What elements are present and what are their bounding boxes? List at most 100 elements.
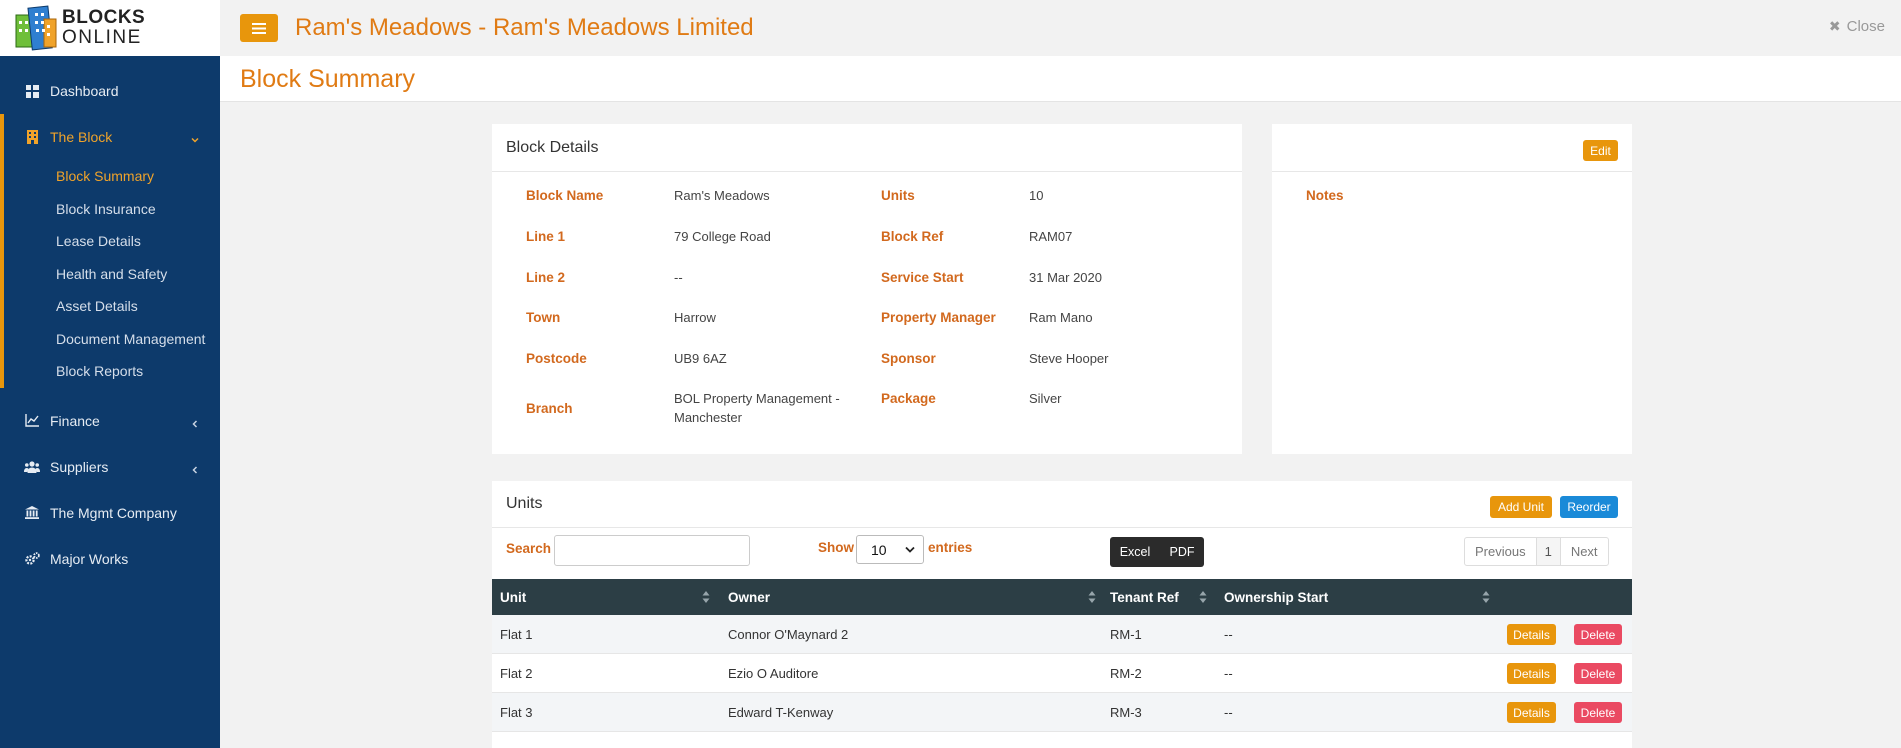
brand-logo[interactable]: BLOCKS ONLINE	[0, 0, 220, 56]
cell-tenant-ref: RM-1	[1110, 627, 1142, 642]
table-row	[492, 732, 1632, 748]
sidebar-item-major-works[interactable]: Major Works	[0, 536, 220, 582]
block-name-label: Block Name	[526, 188, 604, 203]
units-value: 10	[1029, 188, 1044, 203]
column-header-tenant-ref[interactable]: Tenant Ref	[1110, 579, 1179, 615]
search-label: Search	[506, 541, 552, 556]
sidebar-item-health-and-safety[interactable]: Health and Safety	[4, 258, 220, 291]
cell-ownership-start: --	[1224, 705, 1233, 720]
branch-value-line2: Manchester	[674, 410, 742, 425]
entries-select[interactable]: 10	[856, 535, 924, 564]
units-card-header: Units Add Unit Reorder	[492, 481, 1632, 528]
block-details-card: Block Details Block Name Ram's Meadows L…	[492, 124, 1242, 454]
sidebar-item-label: Suppliers	[50, 458, 109, 475]
search-input[interactable]	[554, 535, 750, 566]
sidebar-item-block-reports[interactable]: Block Reports	[4, 355, 220, 388]
previous-page-button[interactable]: Previous	[1465, 538, 1537, 565]
table-row: Flat 1 Connor O'Maynard 2 RM-1 -- Detail…	[492, 615, 1632, 654]
cell-ownership-start: --	[1224, 666, 1233, 681]
details-button[interactable]: Details	[1507, 702, 1556, 723]
line2-value: --	[674, 270, 683, 285]
sidebar-item-label: The Block	[50, 129, 113, 145]
units-table-header: Unit Owner Tenant Ref Ownership Start	[492, 579, 1632, 615]
branch-label: Branch	[526, 401, 573, 416]
sidebar-item-lease-details[interactable]: Lease Details	[4, 225, 220, 258]
column-header-ownership-start[interactable]: Ownership Start	[1224, 579, 1328, 615]
hamburger-icon	[252, 22, 266, 34]
bank-icon	[24, 505, 40, 521]
dashboard-icon	[24, 83, 40, 99]
sidebar-item-dashboard[interactable]: Dashboard	[0, 68, 220, 114]
sidebar: BLOCKS ONLINE Dashboard The Block Block …	[0, 0, 220, 748]
details-button[interactable]: Details	[1507, 624, 1556, 645]
chevron-down-icon	[190, 132, 200, 143]
notes-card: Edit Notes	[1272, 124, 1632, 454]
sidebar-item-suppliers[interactable]: Suppliers	[0, 444, 220, 490]
column-header-unit[interactable]: Unit	[500, 579, 526, 615]
line-chart-icon	[24, 413, 40, 429]
sidebar-item-block-summary[interactable]: Block Summary	[4, 160, 220, 193]
cell-ownership-start: --	[1224, 627, 1233, 642]
close-button[interactable]: ✖ Close	[1829, 18, 1885, 35]
export-button-group: Excel PDF	[1110, 537, 1204, 567]
page-1-button[interactable]: 1	[1536, 538, 1561, 565]
delete-button[interactable]: Delete	[1574, 624, 1622, 645]
column-header-owner[interactable]: Owner	[728, 579, 770, 615]
package-label: Package	[881, 391, 936, 406]
cell-tenant-ref: RM-3	[1110, 705, 1142, 720]
cell-unit: Flat 3	[500, 705, 533, 720]
line1-label: Line 1	[526, 229, 566, 244]
units-title: Units	[506, 495, 543, 512]
cell-unit: Flat 1	[500, 627, 533, 642]
delete-button[interactable]: Delete	[1574, 702, 1622, 723]
block-ref-label: Block Ref	[881, 229, 944, 244]
sort-icon	[1088, 591, 1096, 603]
chevron-down-icon	[905, 546, 915, 553]
add-unit-button[interactable]: Add Unit	[1490, 496, 1552, 518]
cell-owner: Ezio O Auditore	[728, 666, 819, 681]
service-start-value: 31 Mar 2020	[1029, 270, 1102, 285]
town-label: Town	[526, 310, 561, 325]
sidebar-item-finance[interactable]: Finance	[0, 398, 220, 444]
users-icon	[24, 459, 40, 475]
units-label: Units	[881, 188, 915, 203]
next-page-button[interactable]: Next	[1561, 538, 1608, 565]
town-value: Harrow	[674, 310, 716, 325]
cell-tenant-ref: RM-2	[1110, 666, 1142, 681]
menu-toggle-button[interactable]	[240, 14, 278, 42]
service-start-label: Service Start	[881, 270, 964, 285]
block-name-value: Ram's Meadows	[674, 188, 770, 203]
table-row: Flat 2 Ezio O Auditore RM-2 -- Details D…	[492, 654, 1632, 693]
details-button[interactable]: Details	[1507, 663, 1556, 684]
brand-line2: ONLINE	[62, 27, 142, 48]
chevron-left-icon	[190, 462, 200, 474]
reorder-button[interactable]: Reorder	[1560, 496, 1618, 518]
cogs-icon	[24, 551, 40, 567]
sidebar-item-asset-details[interactable]: Asset Details	[4, 290, 220, 323]
sponsor-value: Steve Hooper	[1029, 351, 1109, 366]
pdf-export-button[interactable]: PDF	[1160, 537, 1204, 567]
notes-card-header: Edit	[1272, 124, 1632, 172]
entries-value: 10	[871, 541, 887, 558]
cell-unit: Flat 2	[500, 666, 533, 681]
top-bar: Ram's Meadows - Ram's Meadows Limited ✖ …	[220, 0, 1901, 56]
sidebar-item-the-block[interactable]: The Block	[4, 114, 220, 160]
sidebar-item-document-management[interactable]: Document Management	[4, 323, 220, 356]
edit-notes-button[interactable]: Edit	[1583, 140, 1618, 161]
sidebar-item-label: Major Works	[50, 550, 129, 567]
pagination: Previous 1 Next	[1464, 537, 1609, 566]
sidebar-item-block-insurance[interactable]: Block Insurance	[4, 193, 220, 226]
block-details-title: Block Details	[492, 124, 1242, 172]
show-label: Show	[818, 540, 854, 555]
building-icon	[24, 129, 40, 145]
delete-button[interactable]: Delete	[1574, 663, 1622, 684]
excel-export-button[interactable]: Excel	[1110, 537, 1160, 567]
page-header: Block Summary	[220, 56, 1901, 102]
postcode-value: UB9 6AZ	[674, 351, 727, 366]
close-label: Close	[1846, 18, 1885, 35]
cell-owner: Connor O'Maynard 2	[728, 627, 849, 642]
sidebar-item-mgmt-company[interactable]: The Mgmt Company	[0, 490, 220, 536]
close-icon: ✖	[1828, 18, 1841, 34]
line2-label: Line 2	[526, 270, 566, 285]
package-value: Silver	[1029, 391, 1062, 406]
